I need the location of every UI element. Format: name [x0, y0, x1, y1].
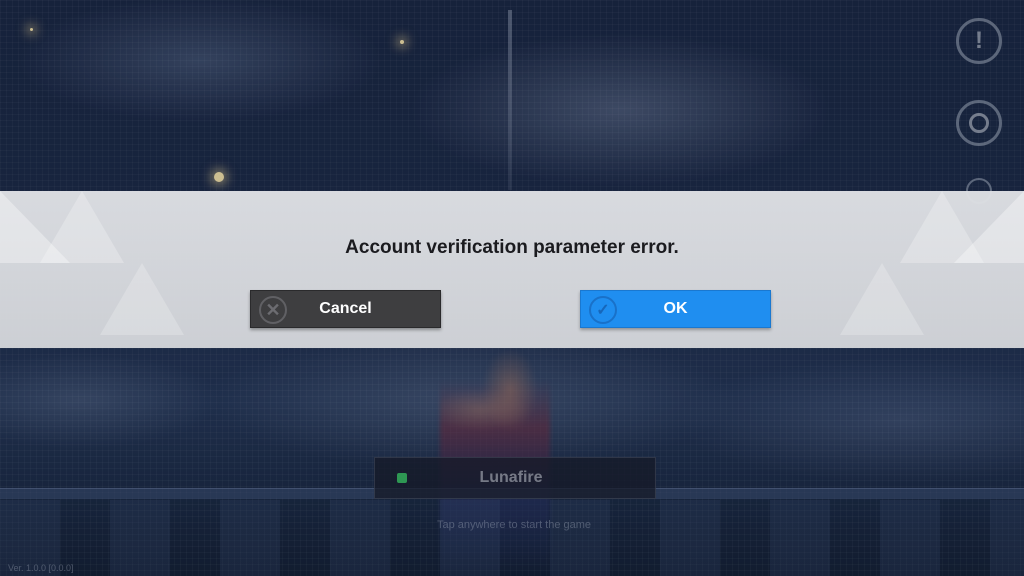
- cancel-button-label: Cancel: [319, 300, 372, 317]
- dialog-decoration: [100, 263, 184, 335]
- check-circle-icon: ✓: [589, 296, 617, 324]
- dialog-message: Account verification parameter error.: [345, 237, 679, 258]
- ok-button-label: OK: [663, 300, 688, 317]
- error-dialog: Account verification parameter error. ✕ …: [0, 191, 1024, 348]
- cancel-button[interactable]: ✕ Cancel: [250, 290, 441, 328]
- ok-button[interactable]: ✓ OK: [580, 290, 771, 328]
- close-circle-icon: ✕: [259, 296, 287, 324]
- dialog-decoration: [840, 263, 924, 335]
